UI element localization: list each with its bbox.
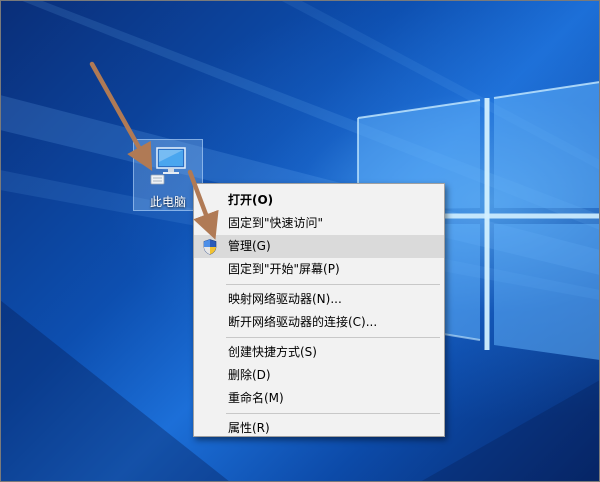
- menu-item-create-shortcut[interactable]: 创建快捷方式(S): [194, 341, 444, 364]
- computer-icon: [150, 147, 186, 185]
- context-menu: 打开(O) 固定到"快速访问" 管理(G) 固定到"开始"屏幕(P) 映射网络驱…: [193, 183, 445, 437]
- menu-item-manage-label: 管理(G): [228, 239, 271, 253]
- menu-item-open[interactable]: 打开(O): [194, 189, 444, 212]
- menu-item-pin-start[interactable]: 固定到"开始"屏幕(P): [194, 258, 444, 281]
- menu-separator: [226, 337, 440, 338]
- menu-separator: [226, 413, 440, 414]
- menu-item-properties[interactable]: 属性(R): [194, 417, 444, 440]
- menu-item-rename[interactable]: 重命名(M): [194, 387, 444, 410]
- menu-item-map-network-drive[interactable]: 映射网络驱动器(N)...: [194, 288, 444, 311]
- menu-item-delete[interactable]: 删除(D): [194, 364, 444, 387]
- menu-item-manage[interactable]: 管理(G): [194, 235, 444, 258]
- menu-separator: [226, 284, 440, 285]
- menu-item-pin-quick-access[interactable]: 固定到"快速访问": [194, 212, 444, 235]
- desktop[interactable]: 此电脑 打开(O) 固定到"快速访问" 管理(G) 固定到"开始"屏幕(P) 映…: [0, 0, 600, 482]
- desktop-icon-label: 此电脑: [149, 195, 186, 209]
- menu-item-disconnect-network-drive[interactable]: 断开网络驱动器的连接(C)...: [194, 311, 444, 334]
- uac-shield-icon: [203, 239, 217, 255]
